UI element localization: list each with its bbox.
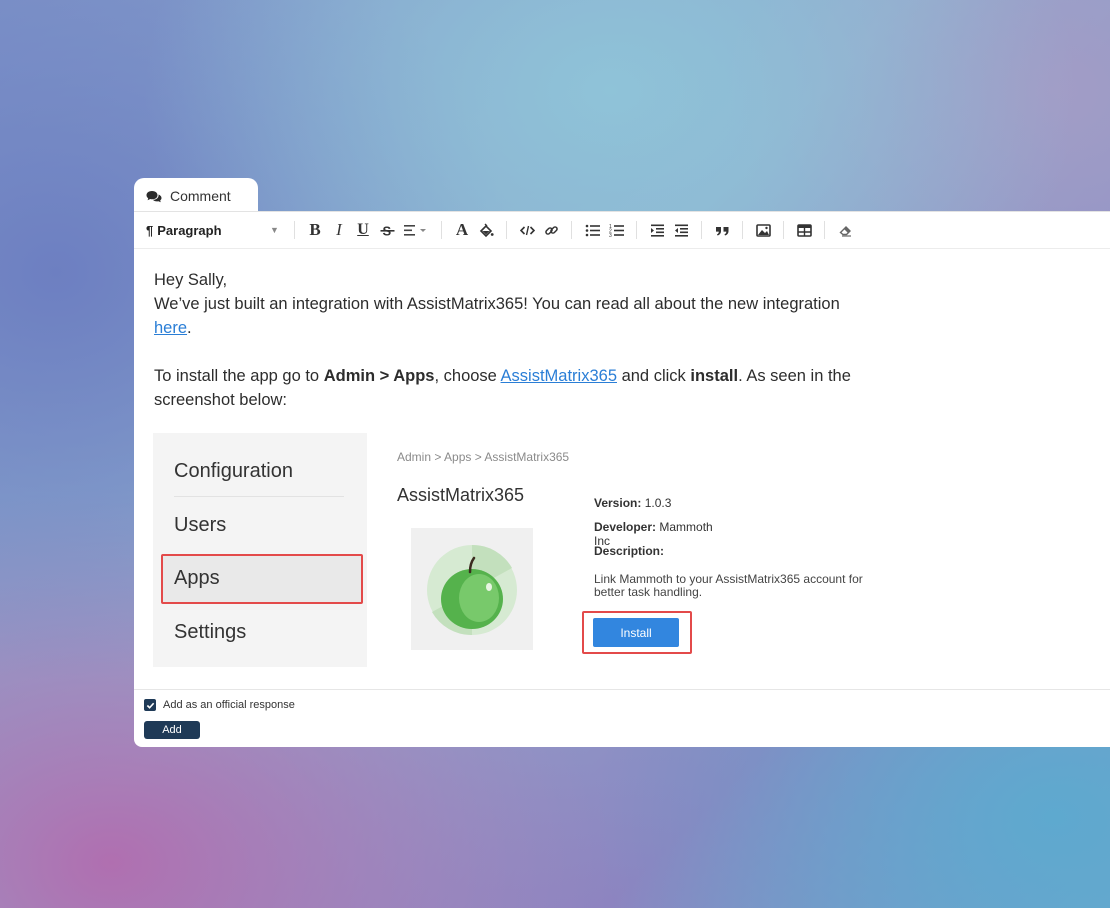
comment-editor: ¶ Paragraph ▼ B I U S A 123 Hey Sally, W… [134, 211, 1110, 747]
strikethrough-button[interactable]: S [377, 219, 397, 241]
chevron-down-icon[interactable]: ▼ [270, 225, 286, 235]
align-button[interactable] [401, 219, 431, 241]
breadcrumb: Admin > Apps > AssistMatrix365 [397, 450, 570, 464]
toolbar-divider [701, 221, 702, 239]
link-icon [544, 225, 558, 235]
comment-footer: Add as an official response Add [134, 689, 1110, 748]
paragraph-label: Paragraph [157, 222, 222, 238]
assistmatrix-link[interactable]: AssistMatrix365 [501, 367, 617, 385]
install-button: Install [593, 618, 679, 647]
intro-text: We’ve just built an integration with Ass… [154, 295, 840, 313]
toolbar-divider [294, 221, 295, 239]
description-text: Link Mammoth to your AssistMatrix365 acc… [594, 572, 863, 599]
apple-icon [427, 544, 517, 636]
comment-body[interactable]: Hey Sally, We’ve just built an integrati… [154, 268, 954, 412]
numbered-list-button[interactable]: 123 [606, 219, 626, 241]
italic-icon: I [336, 220, 342, 239]
pilcrow-icon: ¶ [146, 222, 154, 238]
toolbar-divider [506, 221, 507, 239]
font-color-button[interactable]: A [452, 219, 472, 241]
image-icon [755, 223, 771, 237]
underline-icon: U [357, 221, 369, 238]
toolbar-divider [571, 221, 572, 239]
official-response-checkbox[interactable] [144, 699, 156, 711]
outdent-button[interactable] [671, 219, 691, 241]
menu-item-settings: Settings [174, 621, 247, 643]
admin-apps-bold: Admin > Apps [323, 367, 435, 385]
background-color-button[interactable] [476, 219, 496, 241]
greeting-text: Hey Sally, [154, 271, 228, 289]
menu-divider [174, 496, 344, 497]
indent-button[interactable] [647, 219, 667, 241]
here-link[interactable]: here [154, 319, 187, 337]
add-button[interactable]: Add [144, 721, 200, 739]
bold-button[interactable]: B [305, 219, 325, 241]
menu-item-apps: Apps [174, 567, 220, 589]
instructions-text-c: and click [617, 367, 691, 385]
official-response-row: Add as an official response [144, 699, 295, 711]
strikethrough-icon: S [380, 223, 394, 238]
toolbar-divider [783, 221, 784, 239]
instructions-text-a: To install the app go to [154, 367, 324, 385]
table-icon [796, 223, 812, 237]
menu-item-configuration: Configuration [174, 460, 293, 482]
indent-icon [650, 224, 664, 237]
svg-text:3: 3 [609, 233, 612, 238]
check-icon [146, 702, 154, 709]
table-button[interactable] [794, 219, 814, 241]
quote-button[interactable] [712, 219, 732, 241]
app-logo [411, 528, 533, 650]
version-label: Version: [594, 496, 642, 510]
install-bold: install [690, 367, 739, 385]
official-response-label[interactable]: Add as an official response [163, 699, 295, 711]
instructions-paragraph: To install the app go to Admin > Apps, c… [154, 364, 934, 412]
tab-comment[interactable]: Comment [134, 178, 258, 214]
menu-item-users: Users [174, 514, 227, 536]
version-value: 1.0.3 [644, 496, 672, 510]
clear-formatting-button[interactable] [835, 219, 855, 241]
link-button[interactable] [541, 219, 561, 241]
editor-toolbar: ¶ Paragraph ▼ B I U S A 123 [134, 212, 1110, 249]
toolbar-divider [824, 221, 825, 239]
image-button[interactable] [753, 219, 773, 241]
toolbar-divider [441, 221, 442, 239]
bullet-list-button[interactable] [582, 219, 602, 241]
eraser-icon [838, 225, 851, 237]
code-button[interactable] [517, 219, 537, 241]
align-left-icon [404, 224, 426, 236]
paragraph-dropdown[interactable]: ¶ Paragraph [146, 223, 270, 238]
intro-period: . [187, 319, 192, 337]
screenshot-sidebar: Configuration Users Apps Settings [153, 433, 367, 667]
italic-button[interactable]: I [329, 219, 349, 241]
description-label: Description: [594, 544, 665, 558]
instructions-text-b: , choose [434, 367, 501, 385]
tab-label: Comment [170, 188, 231, 204]
underline-button[interactable]: U [353, 219, 373, 241]
toolbar-divider [742, 221, 743, 239]
intro-paragraph: We’ve just built an integration with Ass… [154, 292, 954, 340]
version-line: Version: 1.0.3 [594, 496, 671, 510]
bullet-list-icon [585, 224, 600, 236]
quote-icon [715, 226, 728, 235]
paint-bucket-icon [479, 223, 494, 237]
font-color-icon: A [455, 220, 469, 239]
outdent-icon [674, 224, 688, 237]
app-title: AssistMatrix365 [397, 485, 525, 505]
embedded-screenshot: Configuration Users Apps Settings Admin … [153, 433, 863, 667]
numbered-list-icon: 123 [609, 224, 624, 238]
bold-icon: B [309, 220, 321, 239]
developer-label: Developer: [594, 520, 657, 534]
comments-icon [146, 190, 162, 202]
code-icon [519, 225, 535, 235]
toolbar-divider [636, 221, 637, 239]
description-label-line: Description: [594, 544, 664, 558]
